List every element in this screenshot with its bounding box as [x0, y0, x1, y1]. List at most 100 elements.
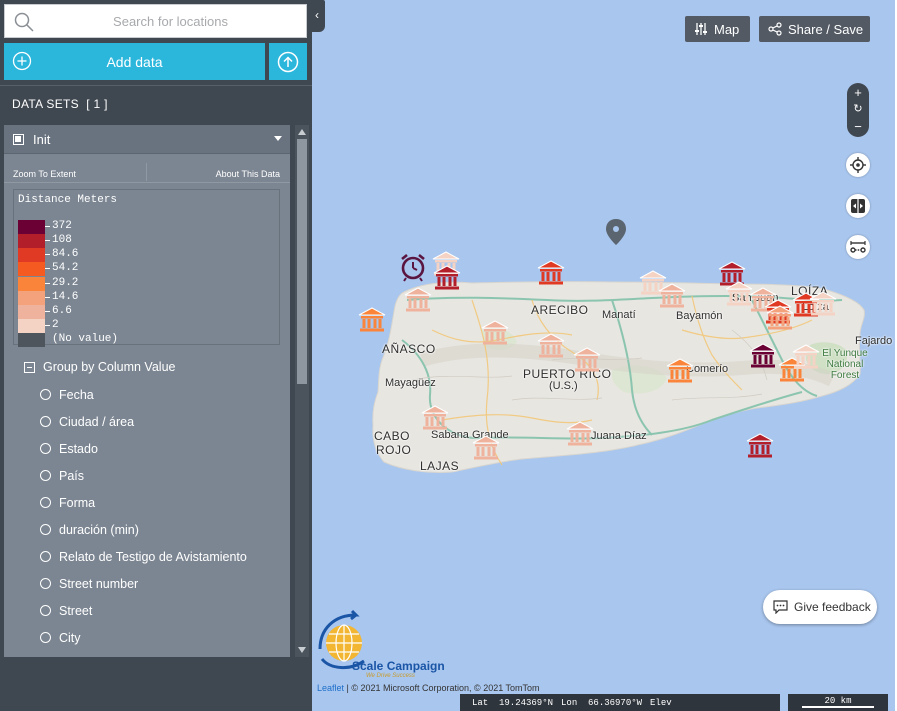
building-marker-icon[interactable]	[481, 320, 509, 346]
alarm-clock-icon[interactable]	[398, 252, 428, 282]
option-label: País	[59, 469, 85, 483]
about-this-data-link[interactable]: About This Data	[216, 169, 280, 179]
scale-bar: 20 km	[788, 694, 888, 711]
legend-tick	[45, 297, 50, 298]
legend-swatch	[18, 220, 45, 234]
map-view[interactable]: LOÍZA San Juan Loíza Fajardo El Yunque N…	[312, 0, 897, 711]
measure-button[interactable]	[846, 235, 870, 259]
legend: Distance Meters 372 108 84.6 54.2 29.2 1…	[13, 189, 280, 347]
building-marker-icon[interactable]	[766, 305, 794, 331]
building-marker-icon[interactable]	[666, 358, 694, 384]
measure-icon	[850, 241, 866, 253]
building-marker-icon[interactable]	[809, 291, 837, 317]
leaflet-link[interactable]: Leaflet	[317, 683, 344, 693]
building-marker-icon[interactable]	[472, 435, 500, 461]
city-label: Juana Díaz	[591, 430, 647, 442]
dataset-links: Zoom To Extent About This Data	[4, 161, 290, 183]
radio-button[interactable]	[40, 605, 51, 616]
search-box[interactable]	[4, 4, 307, 38]
building-marker-icon[interactable]	[421, 405, 449, 431]
group-by-option[interactable]: Forma	[13, 491, 280, 515]
scale-line	[802, 706, 874, 708]
share-icon	[768, 22, 782, 36]
legend-swatch	[18, 291, 45, 305]
dataset-title-row[interactable]: Init	[4, 125, 290, 154]
longitude-readout: Lon 66.36970°W	[561, 697, 643, 708]
group-by-header[interactable]: Group by Column Value	[13, 353, 280, 381]
map-style-button[interactable]: Map	[685, 16, 750, 42]
building-marker-icon[interactable]	[358, 307, 386, 333]
building-marker-icon[interactable]	[433, 265, 461, 291]
share-save-button[interactable]: Share / Save	[759, 16, 870, 42]
zoom-control: + ↻ −	[847, 83, 869, 137]
group-by-option[interactable]: País	[13, 464, 280, 488]
divider	[0, 85, 312, 86]
city-label: LAJAS	[420, 459, 460, 473]
feedback-icon	[773, 600, 788, 614]
scroll-down-icon[interactable]	[298, 647, 306, 653]
locate-button[interactable]	[846, 153, 870, 177]
building-marker-icon[interactable]	[658, 283, 686, 309]
building-marker-icon[interactable]	[749, 343, 777, 369]
zoom-out-button[interactable]: −	[847, 120, 869, 133]
zoom-to-extent-link[interactable]: Zoom To Extent	[13, 169, 76, 179]
building-marker-icon[interactable]	[573, 347, 601, 373]
upload-icon	[277, 51, 299, 73]
zoom-in-button[interactable]: +	[847, 86, 869, 99]
map-pin-icon[interactable]	[606, 219, 626, 245]
group-by-option[interactable]: Relato de Testigo de Avistamiento	[13, 545, 280, 569]
city-label: ROJO	[376, 443, 412, 457]
radio-button[interactable]	[40, 551, 51, 562]
group-by-option[interactable]: Street	[13, 599, 280, 623]
radio-button[interactable]	[40, 443, 51, 454]
building-marker-icon[interactable]	[792, 344, 820, 370]
radio-button[interactable]	[40, 578, 51, 589]
search-input[interactable]	[43, 9, 298, 34]
group-by-option[interactable]: Ciudad / área	[13, 410, 280, 434]
group-by-option[interactable]: Estado	[13, 437, 280, 461]
radio-button[interactable]	[40, 497, 51, 508]
group-by-option[interactable]: Street number	[13, 572, 280, 596]
crosshair-icon	[850, 157, 866, 173]
radio-button[interactable]	[40, 389, 51, 400]
legend-label: 372	[52, 220, 72, 232]
legend-swatch	[18, 234, 45, 248]
legend-title: Distance Meters	[18, 194, 118, 206]
chevron-left-icon: ‹	[315, 8, 319, 22]
collapse-icon[interactable]	[24, 362, 35, 373]
scrollbar-thumb[interactable]	[297, 139, 307, 384]
add-data-button[interactable]: Add data	[4, 43, 265, 80]
group-by-option[interactable]: Fecha	[13, 383, 280, 407]
collapse-sidebar-button[interactable]: ‹	[312, 0, 325, 32]
zoom-reset-button[interactable]: ↻	[847, 103, 869, 116]
building-marker-icon[interactable]	[404, 287, 432, 313]
option-label: duración (min)	[59, 523, 139, 537]
radio-button[interactable]	[40, 470, 51, 481]
scale-campaign-logo: Scale Campaign We Drive Success	[316, 609, 466, 684]
group-by-option[interactable]: duración (min)	[13, 518, 280, 542]
elevation-readout: Elev	[650, 697, 672, 708]
map-button-label: Map	[714, 21, 740, 37]
building-marker-icon[interactable]	[537, 260, 565, 286]
split-view-button[interactable]	[846, 194, 870, 218]
legend-label: 84.6	[52, 248, 79, 260]
radio-button[interactable]	[40, 524, 51, 535]
group-by-option[interactable]: City	[13, 626, 280, 650]
sidebar-scrollbar[interactable]	[295, 125, 309, 657]
coordinate-readout: Lat 19.24369°N Lon 66.36970°W Elev	[460, 694, 780, 711]
city-label: CABO	[374, 429, 411, 443]
building-marker-icon[interactable]	[746, 433, 774, 459]
city-label: (U.S.)	[549, 380, 578, 392]
building-marker-icon[interactable]	[537, 333, 565, 359]
radio-button[interactable]	[40, 416, 51, 427]
option-label: Ciudad / área	[59, 415, 135, 429]
building-marker-icon[interactable]	[566, 421, 594, 447]
dataset-visibility-checkbox[interactable]	[13, 134, 24, 145]
legend-label: (No value)	[52, 333, 119, 345]
chevron-down-icon[interactable]	[274, 136, 282, 141]
radio-button[interactable]	[40, 632, 51, 643]
legend-tick	[45, 268, 50, 269]
scroll-up-icon[interactable]	[298, 129, 306, 135]
give-feedback-button[interactable]: Give feedback	[763, 590, 877, 624]
upload-button[interactable]	[269, 43, 307, 80]
